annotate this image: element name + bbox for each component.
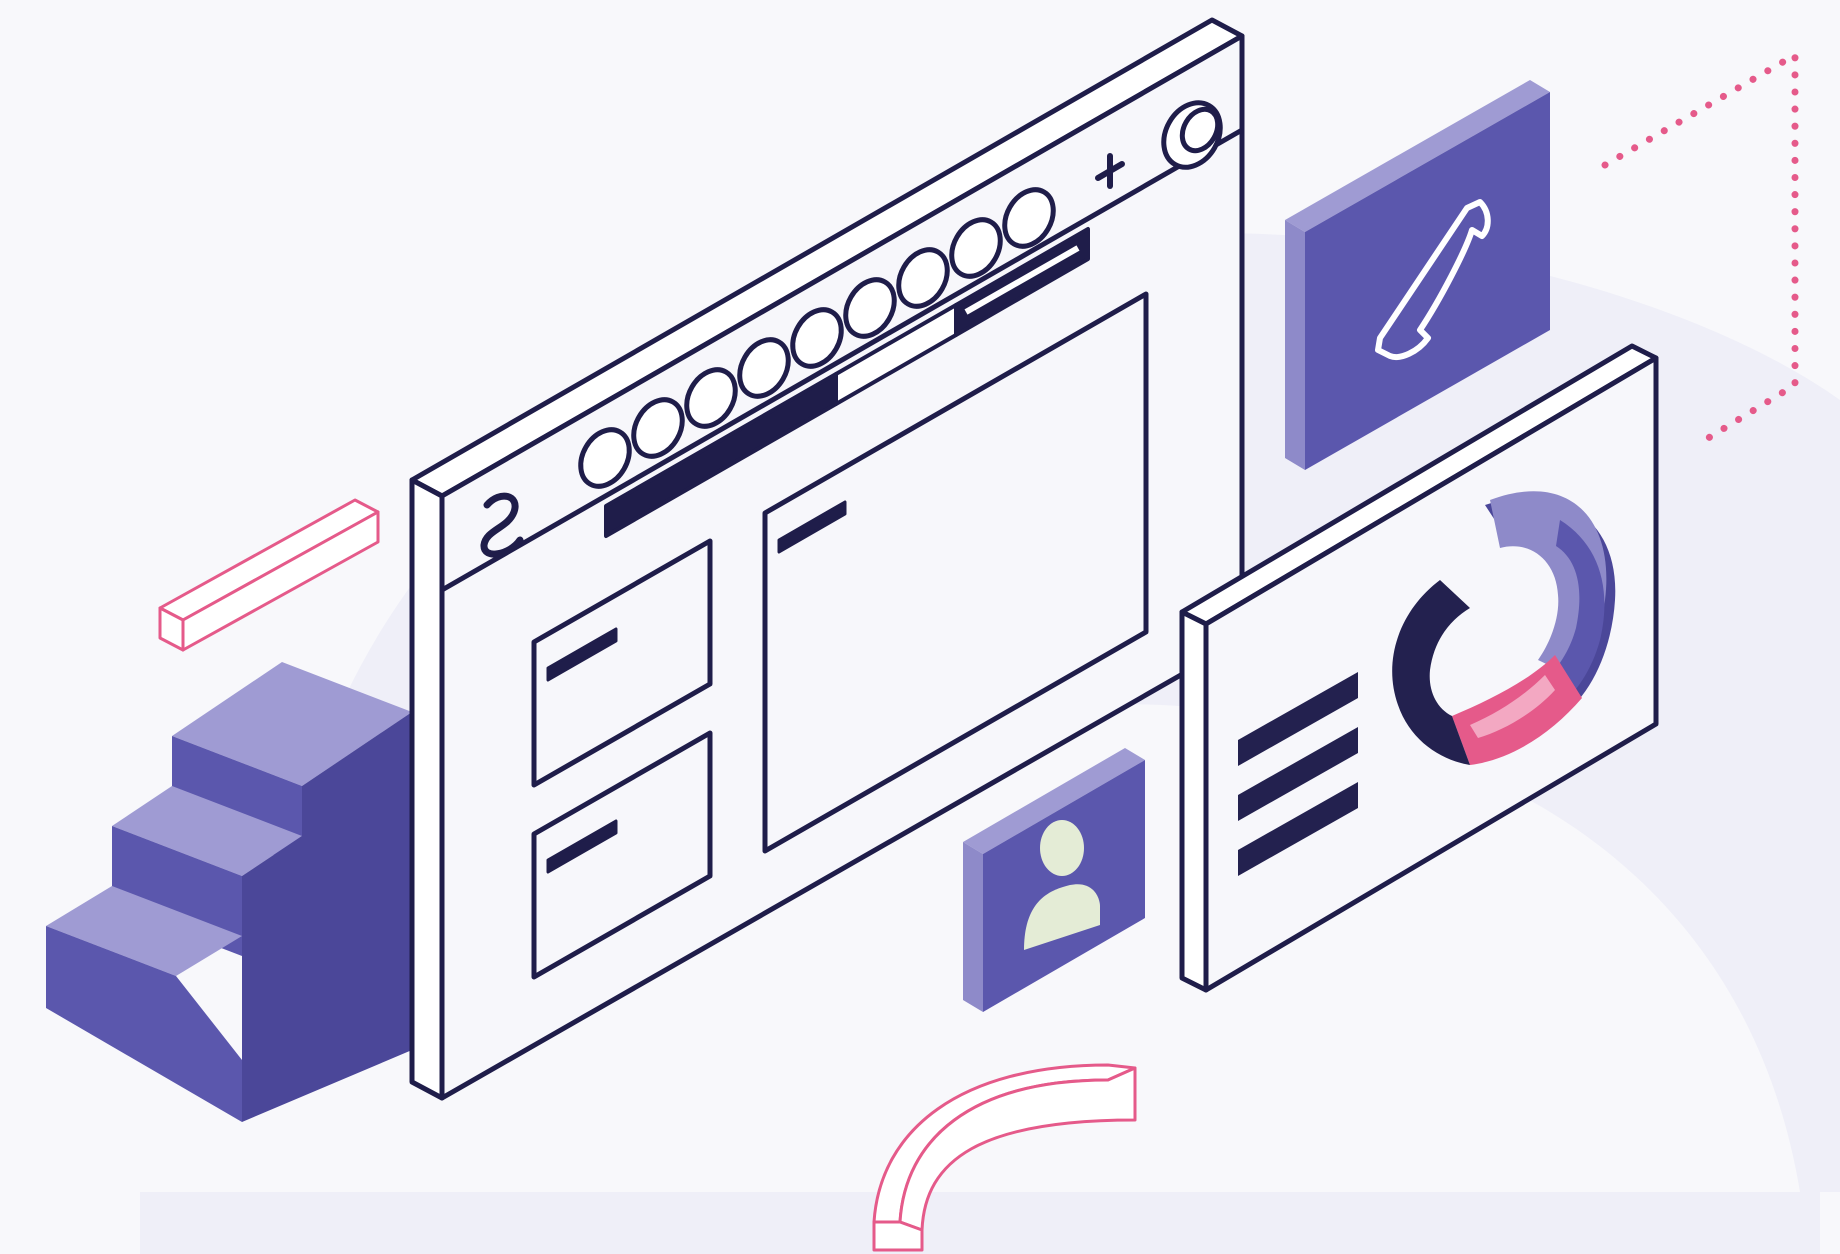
isometric-illustration (46, 17, 1840, 1254)
stairs (46, 662, 412, 1122)
pink-bar (158, 498, 380, 652)
user-tile (963, 748, 1145, 1012)
